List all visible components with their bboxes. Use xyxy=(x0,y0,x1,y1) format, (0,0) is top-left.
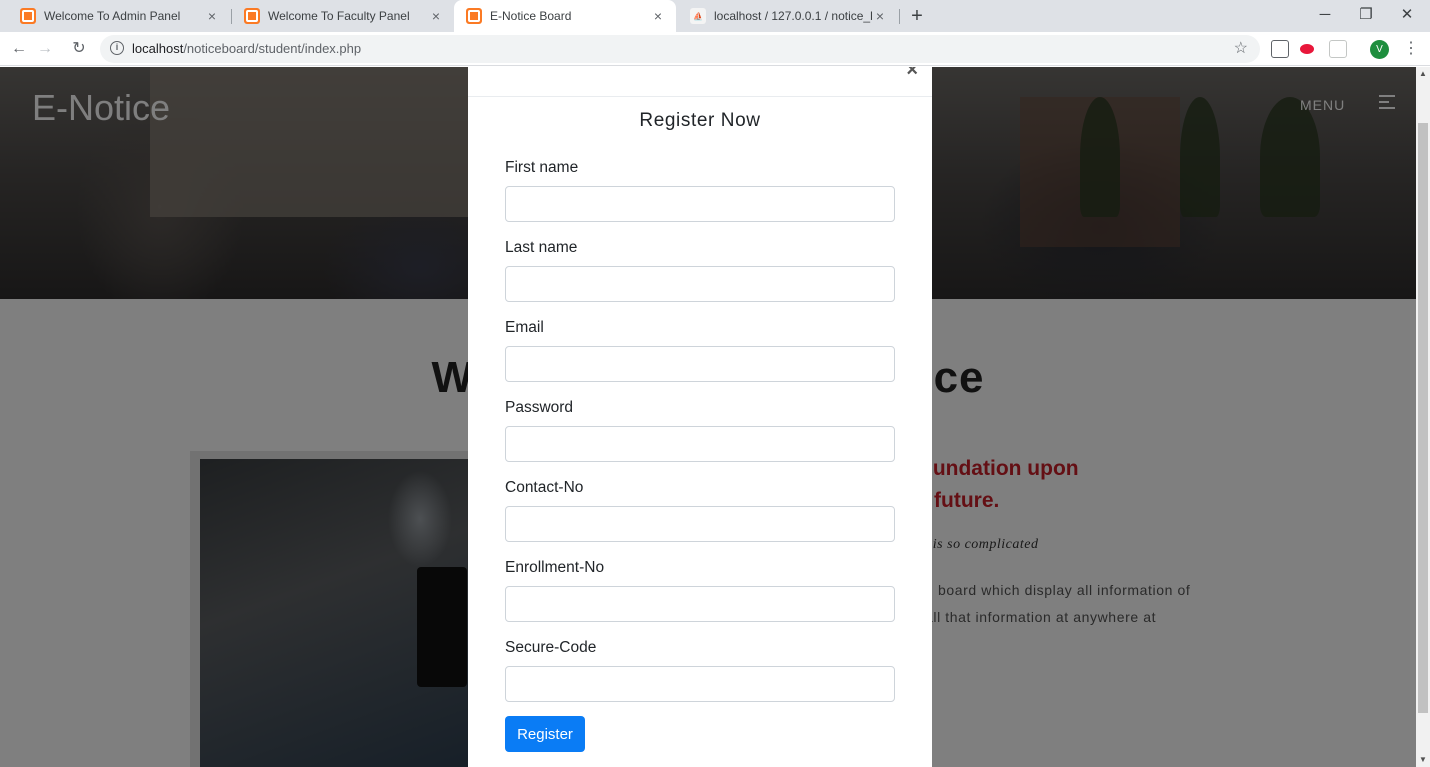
contact-no-label: Contact-No xyxy=(505,479,584,496)
bookmark-star-icon[interactable]: ☆ xyxy=(1234,38,1248,58)
register-button[interactable]: Register xyxy=(505,716,585,752)
tab-phpmyadmin[interactable]: ⛵ localhost / 127.0.0.1 / notice_boa × xyxy=(678,0,898,32)
tab-title: localhost / 127.0.0.1 / notice_boa xyxy=(714,9,872,23)
contact-no-input[interactable] xyxy=(505,506,895,542)
url-text: localhost/noticeboard/student/index.php xyxy=(132,41,361,56)
password-label: Password xyxy=(505,399,574,416)
tab-title: Welcome To Admin Panel xyxy=(44,9,181,23)
tab-strip: Welcome To Admin Panel × Welcome To Facu… xyxy=(0,0,1430,32)
password-input[interactable] xyxy=(505,426,895,462)
secure-code-label: Secure-Code xyxy=(505,639,597,656)
tab-close-icon[interactable]: × xyxy=(204,8,220,24)
tab-title: E-Notice Board xyxy=(490,9,572,23)
first-name-label: First name xyxy=(505,159,579,176)
page-viewport: E-Notice MENU Wetice oundation upon r fu… xyxy=(0,67,1416,767)
xampp-icon xyxy=(244,8,260,24)
scroll-up-arrow-icon[interactable]: ▲ xyxy=(1416,67,1430,81)
email-label: Email xyxy=(505,319,544,336)
new-tab-button[interactable]: + xyxy=(906,5,928,27)
first-name-input[interactable] xyxy=(505,186,895,222)
close-window-button[interactable]: ✕ xyxy=(1384,0,1430,32)
url-path: /noticeboard/student/index.php xyxy=(183,41,362,56)
back-button[interactable]: ← xyxy=(8,38,30,60)
extension-icon[interactable] xyxy=(1271,40,1289,58)
url-host: localhost xyxy=(132,41,184,56)
extension-icon[interactable] xyxy=(1329,40,1347,58)
last-name-input[interactable] xyxy=(505,266,895,302)
more-options-icon[interactable]: ⋮ xyxy=(1403,38,1419,58)
browser-toolbar: ← → ↻ i localhost/noticeboard/student/in… xyxy=(0,32,1430,66)
secure-code-input[interactable] xyxy=(505,666,895,702)
tab-close-icon[interactable]: × xyxy=(872,8,888,24)
email-input[interactable] xyxy=(505,346,895,382)
info-icon[interactable]: i xyxy=(110,41,124,55)
last-name-label: Last name xyxy=(505,239,578,256)
tab-close-icon[interactable]: × xyxy=(650,8,666,24)
scroll-down-arrow-icon[interactable]: ▼ xyxy=(1416,753,1430,767)
profile-avatar[interactable]: V xyxy=(1370,40,1389,59)
tab-admin-panel[interactable]: Welcome To Admin Panel × xyxy=(8,0,230,32)
lastpass-icon[interactable] xyxy=(1300,44,1314,54)
address-bar[interactable]: i localhost/noticeboard/student/index.ph… xyxy=(100,35,1260,63)
tab-e-notice-board[interactable]: E-Notice Board × xyxy=(454,0,676,32)
enrollment-no-label: Enrollment-No xyxy=(505,559,605,576)
xampp-icon xyxy=(466,8,482,24)
minimize-button[interactable]: ─ xyxy=(1302,0,1348,32)
close-icon[interactable]: × xyxy=(906,67,918,80)
register-modal: × Register Now First name Last name Emai… xyxy=(468,67,932,767)
scroll-thumb[interactable] xyxy=(1418,123,1428,713)
enrollment-no-input[interactable] xyxy=(505,586,895,622)
tab-title: Welcome To Faculty Panel xyxy=(268,9,410,23)
phpmyadmin-icon: ⛵ xyxy=(690,8,706,24)
xampp-icon xyxy=(20,8,36,24)
tab-close-icon[interactable]: × xyxy=(428,8,444,24)
reload-button[interactable]: ↻ xyxy=(68,38,90,60)
page-scrollbar[interactable]: ▲ ▼ xyxy=(1416,67,1430,767)
forward-button[interactable]: → xyxy=(34,38,56,60)
tab-divider xyxy=(899,9,900,24)
restore-button[interactable]: ❐ xyxy=(1343,0,1389,32)
modal-header: × xyxy=(468,67,932,97)
modal-title: Register Now xyxy=(639,110,761,131)
tab-faculty-panel[interactable]: Welcome To Faculty Panel × xyxy=(232,0,454,32)
